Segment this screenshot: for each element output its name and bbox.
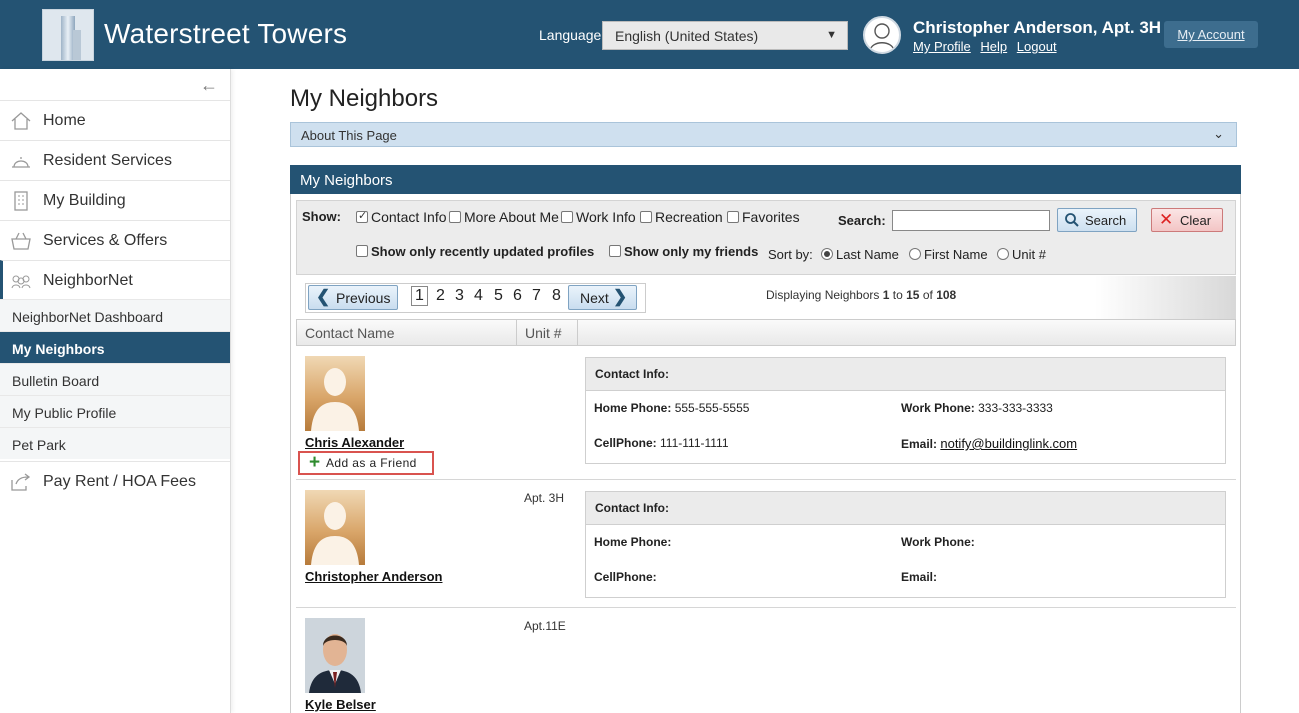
sidebar-item-home[interactable]: Home: [0, 100, 230, 140]
sort-unit-radio[interactable]: Unit #: [997, 247, 1046, 262]
sidebar-sub-my-public-profile[interactable]: My Public Profile: [0, 395, 230, 427]
plus-icon: +: [309, 452, 321, 473]
home-phone: Home Phone:: [594, 535, 672, 549]
sidebar-sub-my-neighbors[interactable]: My Neighbors: [0, 331, 230, 363]
page-2[interactable]: 2: [436, 287, 445, 305]
contact-info-checkbox[interactable]: Contact Info: [356, 209, 447, 225]
filter-box: Show: Contact Info More About Me Work In…: [296, 200, 1236, 275]
cell-phone: CellPhone:: [594, 570, 657, 584]
sidebar-item-pay-rent[interactable]: Pay Rent / HOA Fees: [0, 461, 230, 501]
page-5[interactable]: 5: [494, 287, 503, 305]
row-divider: [296, 607, 1236, 608]
home-icon: [10, 111, 32, 131]
work-phone: Work Phone: 333-333-3333: [901, 401, 1053, 415]
page-title: My Neighbors: [290, 85, 439, 112]
cell-phone: CellPhone: 111-111-1111: [594, 436, 729, 450]
table-header: Contact Name Unit #: [296, 319, 1236, 346]
bell-icon: [10, 151, 32, 171]
neighbor-name-link[interactable]: Chris Alexander: [305, 435, 404, 450]
show-label: Show:: [302, 209, 341, 224]
contact-info-box: Contact Info: Home Phone: 555-555-5555 W…: [585, 357, 1226, 464]
favorites-checkbox[interactable]: Favorites: [727, 209, 800, 225]
share-icon: [10, 472, 32, 492]
clear-button[interactable]: ✕ Clear: [1151, 208, 1223, 232]
chevron-down-icon: ⌄: [1213, 126, 1224, 141]
page-3[interactable]: 3: [455, 287, 464, 305]
home-phone: Home Phone: 555-555-5555: [594, 401, 750, 415]
dropdown-caret-icon: ▼: [826, 29, 837, 41]
page-7[interactable]: 7: [532, 287, 541, 305]
neighbor-name-link[interactable]: Kyle Belser: [305, 697, 376, 712]
building-icon: [10, 191, 32, 211]
language-value: English (United States): [615, 28, 759, 44]
display-count: Displaying Neighbors 1 to 15 of 108: [766, 288, 957, 302]
previous-button[interactable]: ❮ Previous: [308, 285, 398, 310]
help-link[interactable]: Help: [980, 39, 1007, 54]
sidebar-sub-bulletin-board[interactable]: Bulletin Board: [0, 363, 230, 395]
search-input[interactable]: [892, 210, 1050, 231]
search-button[interactable]: Search: [1057, 208, 1137, 232]
next-button[interactable]: Next ❯: [568, 285, 637, 310]
my-profile-link[interactable]: My Profile: [913, 39, 971, 54]
language-select[interactable]: English (United States) ▼: [602, 21, 848, 50]
page-6[interactable]: 6: [513, 287, 522, 305]
add-friend-button[interactable]: + Add as a Friend: [298, 451, 434, 475]
chevron-left-icon: ❮: [316, 287, 331, 306]
collapse-sidebar-icon[interactable]: ←: [200, 75, 218, 96]
column-unit[interactable]: Unit #: [525, 325, 562, 341]
my-account-button[interactable]: My Account: [1164, 21, 1258, 48]
email: Email: notify@buildinglink.com: [901, 436, 1078, 451]
row-divider: [296, 479, 1236, 480]
neighbor-name-link[interactable]: Christopher Anderson: [305, 569, 442, 584]
contact-info-box: Contact Info: Home Phone: Work Phone: Ce…: [585, 491, 1226, 598]
magnifier-icon: [1064, 212, 1080, 231]
page-1[interactable]: 1: [411, 286, 428, 306]
sidebar: ← Home Resident Services My Building Ser…: [0, 69, 231, 713]
neighbor-photo[interactable]: [305, 356, 365, 431]
neighbor-photo[interactable]: [305, 618, 365, 693]
unit-number: Apt.11E: [524, 619, 566, 633]
sidebar-item-resident-services[interactable]: Resident Services: [0, 140, 230, 180]
building-logo[interactable]: [42, 9, 94, 61]
top-header: Waterstreet Towers Language: English (Un…: [0, 0, 1299, 69]
unit-number: Apt. 3H: [524, 491, 565, 505]
sidebar-item-neighbornet[interactable]: NeighborNet: [0, 260, 230, 300]
people-icon: [10, 271, 32, 291]
sidebar-sub-neighbornet-dashboard[interactable]: NeighborNet Dashboard: [0, 299, 230, 331]
contact-info-header: Contact Info:: [586, 358, 1225, 390]
sort-by-label: Sort by:: [768, 247, 813, 262]
sidebar-item-services-offers[interactable]: Services & Offers: [0, 220, 230, 260]
sort-last-name-radio[interactable]: Last Name: [821, 247, 899, 262]
column-contact-name[interactable]: Contact Name: [305, 325, 394, 341]
user-avatar-icon[interactable]: [863, 16, 901, 54]
friends-only-checkbox[interactable]: Show only my friends: [609, 244, 758, 259]
more-about-me-checkbox[interactable]: More About Me: [449, 209, 559, 225]
email-link[interactable]: notify@buildinglink.com: [940, 436, 1077, 451]
recreation-checkbox[interactable]: Recreation: [640, 209, 723, 225]
chevron-right-icon: ❯: [613, 287, 628, 306]
logout-link[interactable]: Logout: [1017, 39, 1057, 54]
about-this-page-toggle[interactable]: About This Page ⌄: [290, 122, 1237, 147]
user-name: Christopher Anderson, Apt. 3H: [913, 18, 1162, 37]
recent-only-checkbox[interactable]: Show only recently updated profiles: [356, 244, 594, 259]
work-info-checkbox[interactable]: Work Info: [561, 209, 636, 225]
panel-header: My Neighbors: [290, 165, 1241, 194]
page-8[interactable]: 8: [552, 287, 561, 305]
sort-first-name-radio[interactable]: First Name: [909, 247, 988, 262]
neighbor-photo[interactable]: [305, 490, 365, 565]
user-links: My Profile Help Logout: [913, 39, 1063, 54]
sidebar-item-my-building[interactable]: My Building: [0, 180, 230, 220]
sidebar-sub-pet-park[interactable]: Pet Park: [0, 427, 230, 459]
work-phone: Work Phone:: [901, 535, 975, 549]
basket-icon: [10, 231, 32, 251]
search-label: Search:: [838, 213, 886, 228]
language-label: Language:: [539, 27, 606, 43]
site-title: Waterstreet Towers: [104, 18, 348, 49]
email: Email:: [901, 570, 938, 584]
x-icon: ✕: [1159, 210, 1174, 229]
contact-info-header: Contact Info:: [586, 492, 1225, 524]
page-4[interactable]: 4: [474, 287, 483, 305]
